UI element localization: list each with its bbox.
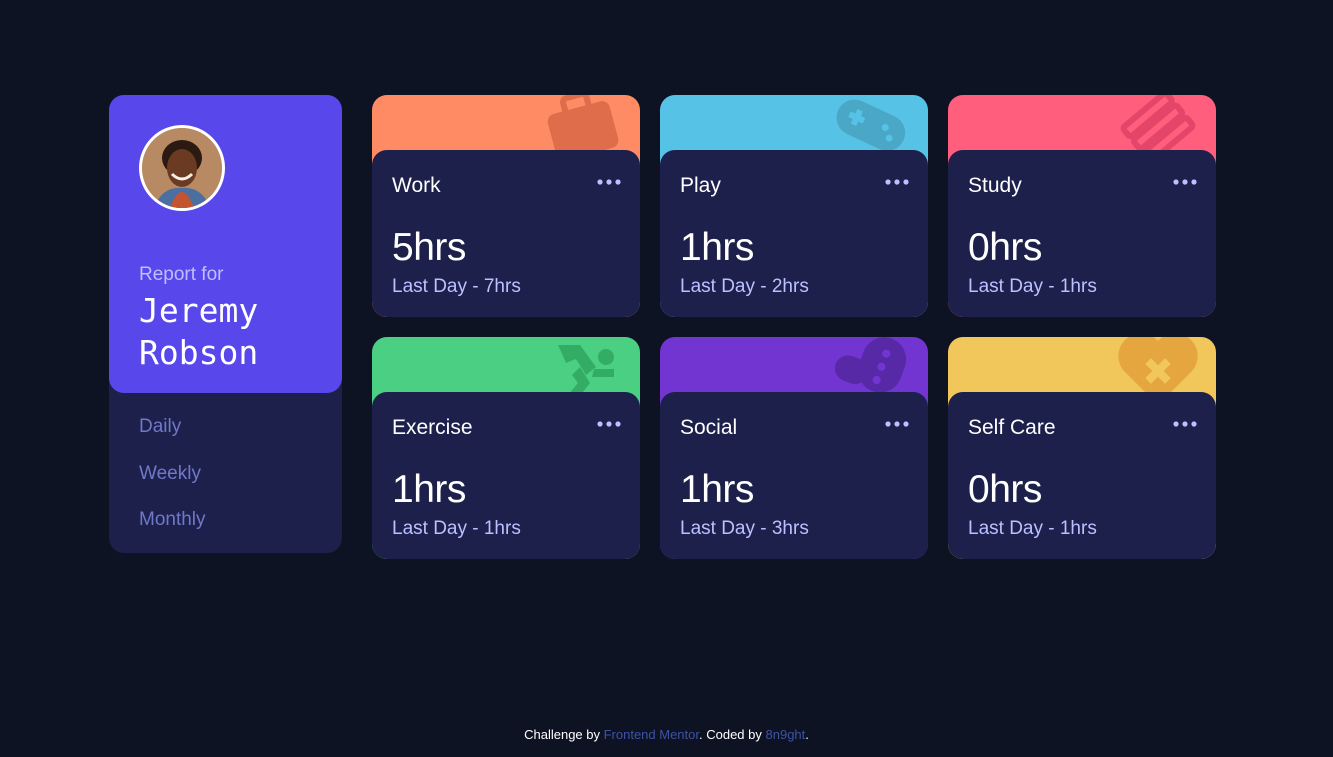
report-for-label: Report for [139,264,224,285]
period-monthly[interactable]: Monthly [139,508,206,555]
footer-suffix: . [805,727,809,742]
ellipsis-icon[interactable] [884,419,910,429]
card-work: Work 5hrs Last Day - 7hrs [372,95,640,317]
current-hours: 0hrs [968,468,1042,511]
previous-hours: Last Day - 1hrs [968,276,1097,297]
card-study: Study 0hrs Last Day - 1hrs [948,95,1216,317]
current-hours: 5hrs [392,226,466,269]
period-daily[interactable]: Daily [139,415,206,462]
attribution-footer: Challenge by Frontend Mentor. Coded by 8… [0,727,1333,742]
period-selector: Daily Weekly Monthly [139,415,206,555]
previous-hours: Last Day - 1hrs [968,518,1097,539]
previous-hours: Last Day - 1hrs [392,518,521,539]
card-title: Play [680,174,721,197]
card-social: Social 1hrs Last Day - 3hrs [660,337,928,559]
ellipsis-icon[interactable] [1172,177,1198,187]
profile-header: Report for Jeremy Robson [109,95,342,393]
card-title: Social [680,416,738,439]
footer-middle: . Coded by [699,727,766,742]
ellipsis-icon[interactable] [596,419,622,429]
profile-card: Report for Jeremy Robson Daily Weekly Mo… [109,95,342,553]
card-body: Work 5hrs Last Day - 7hrs [372,150,640,317]
current-hours: 1hrs [680,468,754,511]
period-weekly[interactable]: Weekly [139,462,206,509]
card-title: Study [968,174,1022,197]
frontend-mentor-link[interactable]: Frontend Mentor [604,727,699,742]
user-name: Jeremy Robson [139,291,259,372]
footer-prefix: Challenge by [524,727,604,742]
card-title: Self Care [968,416,1056,439]
ellipsis-icon[interactable] [596,177,622,187]
previous-hours: Last Day - 3hrs [680,518,809,539]
ellipsis-icon[interactable] [1172,419,1198,429]
card-body: Play 1hrs Last Day - 2hrs [660,150,928,317]
current-hours: 1hrs [680,226,754,269]
card-body: Self Care 0hrs Last Day - 1hrs [948,392,1216,559]
card-self-care: Self Care 0hrs Last Day - 1hrs [948,337,1216,559]
avatar [139,125,225,211]
card-title: Exercise [392,416,473,439]
card-body: Social 1hrs Last Day - 3hrs [660,392,928,559]
current-hours: 1hrs [392,468,466,511]
dashboard: Report for Jeremy Robson Daily Weekly Mo… [0,0,1333,757]
card-play: Play 1hrs Last Day - 2hrs [660,95,928,317]
previous-hours: Last Day - 2hrs [680,276,809,297]
card-exercise: Exercise 1hrs Last Day - 1hrs [372,337,640,559]
author-link[interactable]: 8n9ght [766,727,806,742]
card-body: Exercise 1hrs Last Day - 1hrs [372,392,640,559]
card-body: Study 0hrs Last Day - 1hrs [948,150,1216,317]
ellipsis-icon[interactable] [884,177,910,187]
current-hours: 0hrs [968,226,1042,269]
card-title: Work [392,174,441,197]
previous-hours: Last Day - 7hrs [392,276,521,297]
